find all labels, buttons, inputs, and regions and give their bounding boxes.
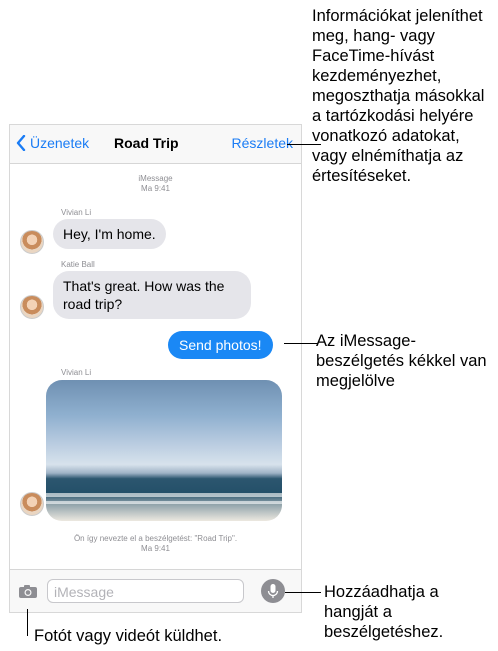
conversation-footer-meta: Ön így nevezte el a beszélgetést: "Road … [10,534,301,554]
service-label: iMessage [138,174,173,183]
details-button[interactable]: Részletek [232,135,293,151]
message-bubble-outgoing[interactable]: Send photos! [168,331,273,359]
photo-message[interactable] [46,380,282,521]
sender-name: Vivian Li [61,368,92,377]
camera-annotation: Fotót vagy videót küldhet. [34,627,223,645]
timestamp: Ma 9:41 [141,184,170,193]
messages-screen: Üzenetek Road Trip Részletek iMessage Ma… [9,124,302,613]
photo-wave [46,493,282,497]
conversation-header-meta: iMessage Ma 9:41 [10,174,301,194]
photo-wave [46,501,282,504]
sender-name: Vivian Li [61,208,92,217]
imessage-annotation: Az iMessage-beszélgetés kékkel van megje… [316,332,487,390]
rename-notice: Ön így nevezte el a beszélgetést: "Road … [73,534,238,543]
back-label: Üzenetek [30,135,90,151]
avatar [20,295,44,319]
audio-callout-line [285,592,321,593]
details-callout-line [287,144,321,145]
camera-icon[interactable] [18,584,38,599]
sender-name: Katie Ball [61,260,95,269]
timestamp: Ma 9:41 [141,544,170,553]
audio-annotation: Hozzáadhatja a hangját a beszélgetéshez. [324,583,444,641]
imessage-callout-line [284,343,318,344]
message-input[interactable]: iMessage [47,579,244,603]
camera-callout-line [27,609,28,636]
microphone-icon [267,584,279,598]
chevron-left-icon [16,135,26,151]
avatar [20,230,44,254]
avatar [20,492,44,516]
microphone-button[interactable] [261,579,285,603]
navigation-bar: Üzenetek Road Trip Részletek [10,125,301,164]
conversation-title: Road Trip [114,135,179,151]
details-annotation: Információkat jeleníthet meg, hang- vagy… [312,7,485,185]
back-button[interactable]: Üzenetek [16,135,89,151]
message-bubble-incoming[interactable]: Hey, I'm home. [53,219,166,249]
message-bubble-incoming[interactable]: That's great. How was the road trip? [53,271,251,319]
input-bar: iMessage [10,569,301,612]
